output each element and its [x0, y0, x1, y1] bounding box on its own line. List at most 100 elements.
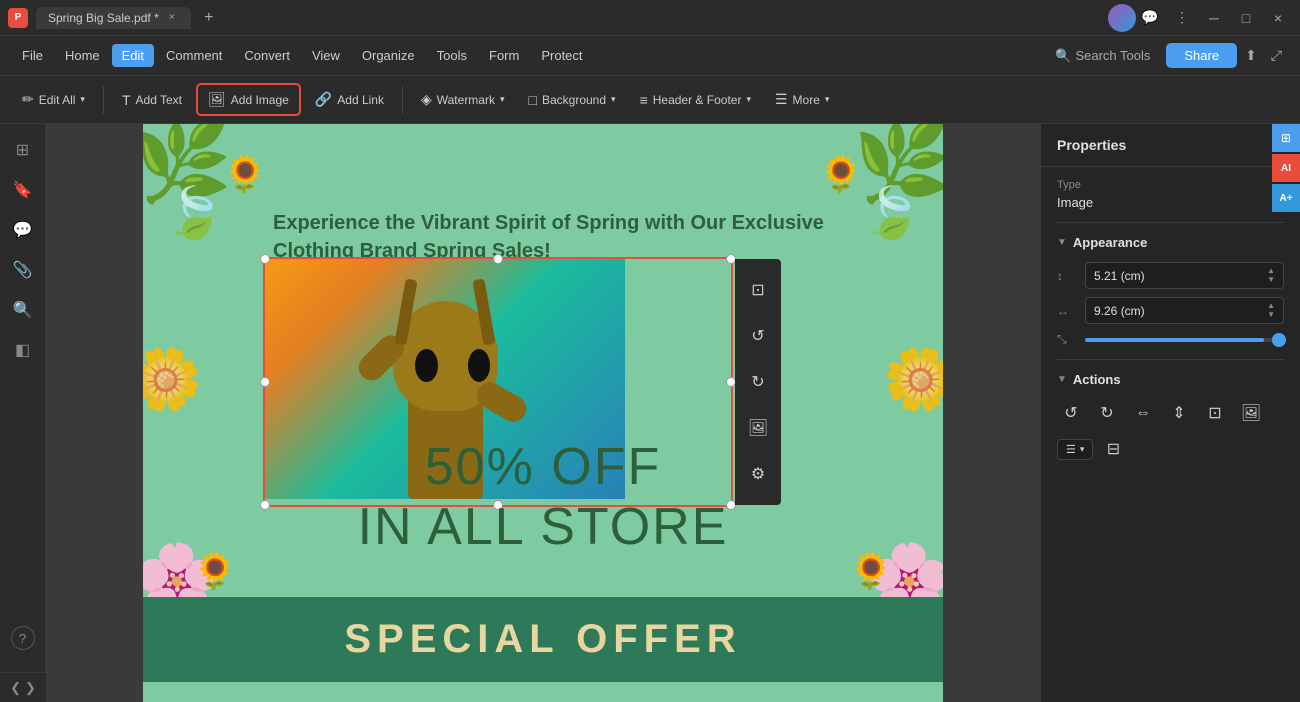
- appearance-chevron-icon: ▼: [1057, 237, 1067, 248]
- yellow-flower-tr: 🌻: [819, 154, 863, 195]
- pdf-page: 🌿 🌿 🌸 🌸 🌼 🌼 🍃 🍃 🌻 🌻 🌻 🌻 Experience the V…: [143, 124, 943, 702]
- maximize-button[interactable]: □: [1232, 4, 1260, 32]
- menu-comment[interactable]: Comment: [156, 44, 232, 67]
- add-tab-button[interactable]: +: [195, 4, 223, 32]
- search-tools-button[interactable]: 🔍 Search Tools: [1055, 48, 1150, 64]
- sidebar-item-search[interactable]: 🔍: [5, 292, 41, 328]
- properties-icon[interactable]: ⊞: [1272, 124, 1300, 152]
- actions-header[interactable]: ▼ Actions: [1057, 372, 1284, 387]
- close-tab-icon[interactable]: ×: [165, 11, 179, 25]
- ai-icon[interactable]: AI: [1272, 154, 1300, 182]
- align-row: ☰ ▾ ⊟: [1057, 435, 1284, 463]
- sidebar-item-comment[interactable]: 💬: [5, 212, 41, 248]
- menu-file[interactable]: File: [12, 44, 53, 67]
- appearance-header[interactable]: ▼ Appearance: [1057, 235, 1284, 250]
- panel-body: Type Image ▼ Appearance ↕ 5.21 (cm): [1041, 167, 1300, 702]
- header-footer-button[interactable]: ≡ Header & Footer ▾: [630, 86, 761, 114]
- menu-protect[interactable]: Protect: [531, 44, 592, 67]
- upload-icon[interactable]: ⬆: [1239, 43, 1263, 68]
- align-button[interactable]: ☰ ▾: [1057, 439, 1093, 460]
- sidebar-item-thumbnails[interactable]: ⊞: [5, 132, 41, 168]
- action-crop[interactable]: ⊡: [1201, 399, 1229, 427]
- menubar: File Home Edit Comment Convert View Orga…: [0, 36, 1300, 76]
- width-input[interactable]: 9.26 (cm) ▲ ▼: [1085, 297, 1284, 324]
- toolbar: ✏ Edit All ▾ T Add Text 🖼 Add Image 🔗 Ad…: [0, 76, 1300, 124]
- height-icon: ↕: [1057, 269, 1077, 283]
- next-page-icon[interactable]: ❯: [25, 680, 36, 696]
- menu-tools[interactable]: Tools: [427, 44, 477, 67]
- action-flip-horizontal[interactable]: ⇔: [1129, 399, 1157, 427]
- menu-edit[interactable]: Edit: [112, 44, 154, 67]
- close-window-button[interactable]: ×: [1264, 4, 1292, 32]
- sidebar-item-attachment[interactable]: 📎: [5, 252, 41, 288]
- more-button[interactable]: ☰ More ▾: [765, 85, 839, 114]
- rotate-right-float-button[interactable]: ↻: [742, 366, 774, 398]
- watermark-icon: ◈: [421, 91, 432, 108]
- distribute-button[interactable]: ⊟: [1099, 435, 1127, 463]
- width-row: ↔ 9.26 (cm) ▲ ▼: [1057, 297, 1284, 324]
- watermark-button[interactable]: ◈ Watermark ▾: [411, 85, 515, 114]
- panel-title: Properties: [1057, 137, 1126, 153]
- handle-tl[interactable]: [260, 254, 270, 264]
- crop-float-button[interactable]: ⊡: [742, 274, 774, 306]
- canvas-area[interactable]: 🌿 🌿 🌸 🌸 🌼 🌼 🍃 🍃 🌻 🌻 🌻 🌻 Experience the V…: [46, 124, 1040, 702]
- height-row: ↕ 5.21 (cm) ▲ ▼: [1057, 262, 1284, 289]
- action-replace[interactable]: 🖼: [1237, 399, 1265, 427]
- height-increment[interactable]: ▲: [1267, 267, 1275, 275]
- search-tools-icon: 🔍: [1055, 48, 1071, 64]
- minimize-button[interactable]: ─: [1200, 4, 1228, 32]
- sidebar-item-help[interactable]: ?: [11, 626, 35, 650]
- messages-icon[interactable]: 💬: [1136, 4, 1164, 32]
- user-avatar: [1108, 4, 1136, 32]
- handle-ml[interactable]: [260, 377, 270, 387]
- fifty-off: 50% OFF: [143, 437, 943, 497]
- active-tab[interactable]: Spring Big Sale.pdf * ×: [36, 7, 191, 29]
- menu-convert[interactable]: Convert: [234, 44, 300, 67]
- prev-page-icon[interactable]: ❮: [10, 680, 21, 696]
- sidebar-item-bookmark[interactable]: 🔖: [5, 172, 41, 208]
- background-chevron: ▾: [611, 94, 616, 105]
- floral-top-mid-left: 🍃: [163, 184, 225, 243]
- width-increment[interactable]: ▲: [1267, 302, 1275, 310]
- more-icon: ☰: [775, 91, 788, 108]
- properties-panel: Properties × Type Image ▼ Appearance: [1040, 124, 1300, 702]
- scale-icon: ⤡: [1057, 332, 1077, 347]
- action-rotate-left[interactable]: ↺: [1057, 399, 1085, 427]
- add-link-button[interactable]: 🔗 Add Link: [305, 85, 394, 114]
- left-sidebar: ⊞ 🔖 💬 📎 🔍 ◧ ? ❮: [0, 124, 46, 702]
- add-image-button[interactable]: 🖼 Add Image: [196, 83, 301, 116]
- app-icon: P: [8, 8, 28, 28]
- rotate-left-float-button[interactable]: ↺: [742, 320, 774, 352]
- height-input[interactable]: 5.21 (cm) ▲ ▼: [1085, 262, 1284, 289]
- width-decrement[interactable]: ▼: [1267, 311, 1275, 319]
- appearance-label: Appearance: [1073, 235, 1147, 250]
- search-tools-label: Search Tools: [1075, 48, 1150, 63]
- menu-form[interactable]: Form: [479, 44, 529, 67]
- add-text-button[interactable]: T Add Text: [112, 86, 192, 114]
- menu-view[interactable]: View: [302, 44, 350, 67]
- background-button[interactable]: □ Background ▾: [519, 86, 626, 114]
- height-decrement[interactable]: ▼: [1267, 276, 1275, 284]
- menu-home[interactable]: Home: [55, 44, 110, 67]
- actions-buttons-row: ↺ ↻ ⇔ ⇕ ⊡ 🖼: [1057, 399, 1284, 427]
- handle-tm[interactable]: [493, 254, 503, 264]
- appearance-section: ▼ Appearance ↕ 5.21 (cm) ▲ ▼: [1057, 235, 1284, 347]
- sidebar-item-layers[interactable]: ◧: [5, 332, 41, 368]
- action-rotate-right[interactable]: ↻: [1093, 399, 1121, 427]
- expand-icon[interactable]: ⤢: [1265, 43, 1288, 68]
- type-value: Image: [1057, 195, 1284, 210]
- width-value: 9.26 (cm): [1094, 304, 1145, 318]
- type-label: Type: [1057, 179, 1284, 191]
- width-icon: ↔: [1057, 304, 1077, 318]
- scale-slider[interactable]: [1085, 338, 1284, 342]
- sale-text: 50% OFF IN ALL STORE: [143, 437, 943, 557]
- more-options-icon[interactable]: ⋮: [1168, 4, 1196, 32]
- menu-organize[interactable]: Organize: [352, 44, 425, 67]
- nav-arrows: ❮ ❯: [0, 672, 46, 702]
- translate-icon[interactable]: A+: [1272, 184, 1300, 212]
- special-offer-banner: SPECIAL OFFER: [143, 597, 943, 682]
- action-flip-vertical[interactable]: ⇕: [1165, 399, 1193, 427]
- type-section: Type Image: [1057, 179, 1284, 210]
- edit-all-button[interactable]: ✏ Edit All ▾: [12, 85, 95, 114]
- share-button[interactable]: Share: [1166, 43, 1237, 68]
